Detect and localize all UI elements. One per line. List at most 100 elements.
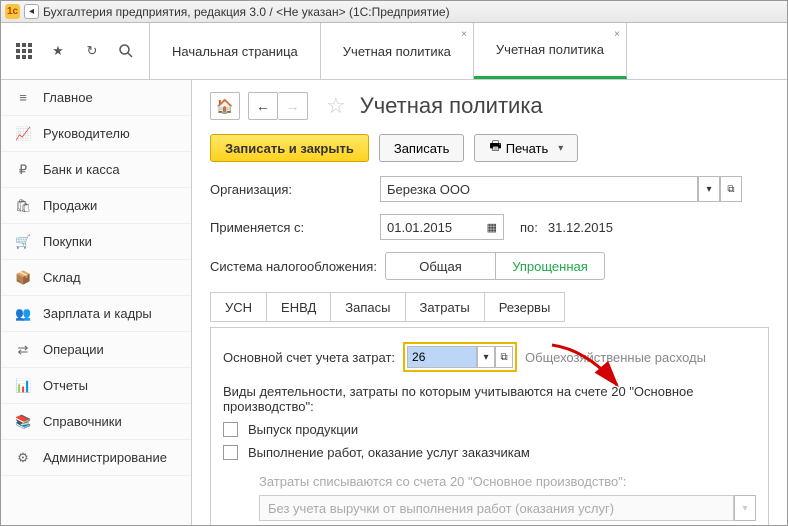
back-icon[interactable]: ◂ bbox=[24, 4, 39, 19]
dropdown-icon: ▾ bbox=[734, 495, 756, 521]
save-button[interactable]: Записать bbox=[379, 134, 465, 162]
page-title: Учетная политика bbox=[360, 93, 543, 119]
menu-icon: ≡ bbox=[15, 90, 31, 105]
print-label: Печать bbox=[506, 141, 549, 156]
sidebar-item-label: Главное bbox=[43, 90, 93, 105]
apps-icon[interactable] bbox=[15, 42, 33, 60]
activities-para: Виды деятельности, затраты по которым уч… bbox=[223, 384, 756, 414]
writeoff-combo: Без учета выручки от выполнения работ (о… bbox=[259, 495, 756, 521]
sidebar-item-manager[interactable]: 📈 Руководителю bbox=[1, 116, 191, 152]
search-icon[interactable] bbox=[117, 42, 135, 60]
close-icon[interactable]: × bbox=[461, 29, 467, 40]
app-icon: 1c bbox=[5, 4, 20, 19]
main-toolbar: ★ ↻ Начальная страница Учетная политика … bbox=[1, 23, 787, 80]
title-bar: 1c ◂ Бухгалтерия предприятия, редакция 3… bbox=[1, 1, 787, 23]
subtab-usn[interactable]: УСН bbox=[211, 293, 267, 321]
tab-policy-2[interactable]: Учетная политика × bbox=[474, 23, 627, 79]
tab-label: Учетная политика bbox=[496, 42, 604, 57]
sidebar-item-admin[interactable]: ⚙ Администрирование bbox=[1, 440, 191, 476]
subtab-envd[interactable]: ЕНВД bbox=[267, 293, 331, 321]
subtab-reserves[interactable]: Резервы bbox=[485, 293, 565, 321]
tab-label: Учетная политика bbox=[343, 44, 451, 59]
bars-icon: 📊 bbox=[15, 378, 31, 394]
subtabs: УСН ЕНВД Запасы Затраты Резервы bbox=[210, 292, 565, 322]
costacct-desc: Общехозяйственные расходы bbox=[525, 350, 706, 365]
star-icon[interactable]: ★ bbox=[49, 42, 67, 60]
people-icon: 👥 bbox=[15, 306, 31, 322]
org-label: Организация: bbox=[210, 182, 380, 197]
org-input[interactable]: Березка ООО bbox=[380, 176, 698, 202]
home-button[interactable]: 🏠 bbox=[210, 92, 240, 120]
chk-works-label: Выполнение работ, оказание услуг заказчи… bbox=[248, 445, 530, 460]
open-icon[interactable]: ⧉ bbox=[495, 346, 513, 368]
sidebar-item-label: Покупки bbox=[43, 234, 92, 249]
tab-policy-1[interactable]: Учетная политика × bbox=[321, 23, 474, 79]
subtab-costs[interactable]: Затраты bbox=[406, 293, 485, 321]
sidebar-item-label: Операции bbox=[43, 342, 104, 357]
costacct-highlight: ▾ ⧉ bbox=[403, 342, 517, 372]
sidebar-item-purchases[interactable]: 🛒 Покупки bbox=[1, 224, 191, 260]
save-close-button[interactable]: Записать и закрыть bbox=[210, 134, 369, 162]
sidebar-item-label: Склад bbox=[43, 270, 81, 285]
writeoff-value: Без учета выручки от выполнения работ (о… bbox=[259, 495, 734, 521]
main-tabs: Начальная страница Учетная политика × Уч… bbox=[150, 23, 627, 79]
sidebar: ≡ Главное 📈 Руководителю ₽ Банк и касса 🛍 Пр… bbox=[1, 80, 192, 525]
apply-from-label: Применяется с: bbox=[210, 220, 380, 235]
sidebar-item-label: Продажи bbox=[43, 198, 97, 213]
tab-panel-costs: Основной счет учета затрат: ▾ ⧉ Общехозя… bbox=[210, 327, 769, 525]
sidebar-item-operations[interactable]: ⇄ Операции bbox=[1, 332, 191, 368]
ruble-icon: ₽ bbox=[15, 162, 31, 178]
back-button[interactable]: ← bbox=[248, 92, 278, 120]
cart-icon: 🛒 bbox=[15, 234, 31, 250]
sidebar-item-salary[interactable]: 👥 Зарплата и кадры bbox=[1, 296, 191, 332]
tax-segment: Общая Упрощенная bbox=[385, 252, 605, 280]
tab-label: Начальная страница bbox=[172, 44, 298, 59]
sidebar-item-label: Отчеты bbox=[43, 378, 88, 393]
sidebar-item-sales[interactable]: 🛍 Продажи bbox=[1, 188, 191, 224]
dropdown-icon[interactable]: ▾ bbox=[477, 346, 495, 368]
toolbar-icons: ★ ↻ bbox=[1, 23, 150, 79]
tax-simple-button[interactable]: Упрощенная bbox=[495, 252, 605, 280]
costacct-input[interactable] bbox=[407, 346, 477, 368]
box-icon: 📦 bbox=[15, 270, 31, 286]
sidebar-item-catalogs[interactable]: 📚 Справочники bbox=[1, 404, 191, 440]
books-icon: 📚 bbox=[15, 414, 31, 430]
chk-production[interactable] bbox=[223, 422, 238, 437]
date-from-input[interactable]: 01.01.2015 ▦ bbox=[380, 214, 504, 240]
sidebar-item-label: Справочники bbox=[43, 414, 122, 429]
sidebar-item-bank[interactable]: ₽ Банк и касса bbox=[1, 152, 191, 188]
tax-general-button[interactable]: Общая bbox=[385, 252, 495, 280]
costacct-label: Основной счет учета затрат: bbox=[223, 350, 395, 365]
date-from-value: 01.01.2015 bbox=[387, 220, 452, 235]
app-title: Бухгалтерия предприятия, редакция 3.0 / … bbox=[43, 5, 450, 19]
gear-icon: ⚙ bbox=[15, 450, 31, 466]
org-value: Березка ООО bbox=[387, 182, 470, 197]
swap-icon: ⇄ bbox=[15, 342, 31, 358]
sidebar-item-label: Зарплата и кадры bbox=[43, 306, 152, 321]
sidebar-item-label: Администрирование bbox=[43, 450, 167, 465]
sidebar-item-label: Банк и касса bbox=[43, 162, 120, 177]
subtab-stock[interactable]: Запасы bbox=[331, 293, 405, 321]
to-label: по: bbox=[520, 220, 538, 235]
print-button[interactable]: 🖶 Печать bbox=[474, 134, 578, 162]
dropdown-icon[interactable]: ▾ bbox=[698, 176, 720, 202]
forward-button[interactable]: → bbox=[278, 92, 308, 120]
sidebar-item-main[interactable]: ≡ Главное bbox=[1, 80, 191, 116]
open-icon[interactable]: ⧉ bbox=[720, 176, 742, 202]
close-icon[interactable]: × bbox=[614, 29, 620, 40]
history-icon[interactable]: ↻ bbox=[83, 42, 101, 60]
tax-label: Система налогообложения: bbox=[210, 259, 385, 274]
writeoff-para: Затраты списываются со счета 20 "Основно… bbox=[259, 474, 756, 489]
sidebar-item-reports[interactable]: 📊 Отчеты bbox=[1, 368, 191, 404]
tab-home[interactable]: Начальная страница bbox=[150, 23, 321, 79]
printer-icon: 🖶 bbox=[489, 137, 501, 159]
sidebar-item-label: Руководителю bbox=[43, 126, 130, 141]
chk-works[interactable] bbox=[223, 445, 238, 460]
calendar-icon[interactable]: ▦ bbox=[487, 221, 497, 234]
chart-icon: 📈 bbox=[15, 126, 31, 142]
chk-production-label: Выпуск продукции bbox=[248, 422, 358, 437]
sidebar-item-warehouse[interactable]: 📦 Склад bbox=[1, 260, 191, 296]
bag-icon: 🛍 bbox=[15, 198, 31, 214]
content-area: 🏠 ← → ☆ Учетная политика Записать и закр… bbox=[192, 80, 787, 525]
favorite-icon[interactable]: ☆ bbox=[326, 93, 346, 119]
